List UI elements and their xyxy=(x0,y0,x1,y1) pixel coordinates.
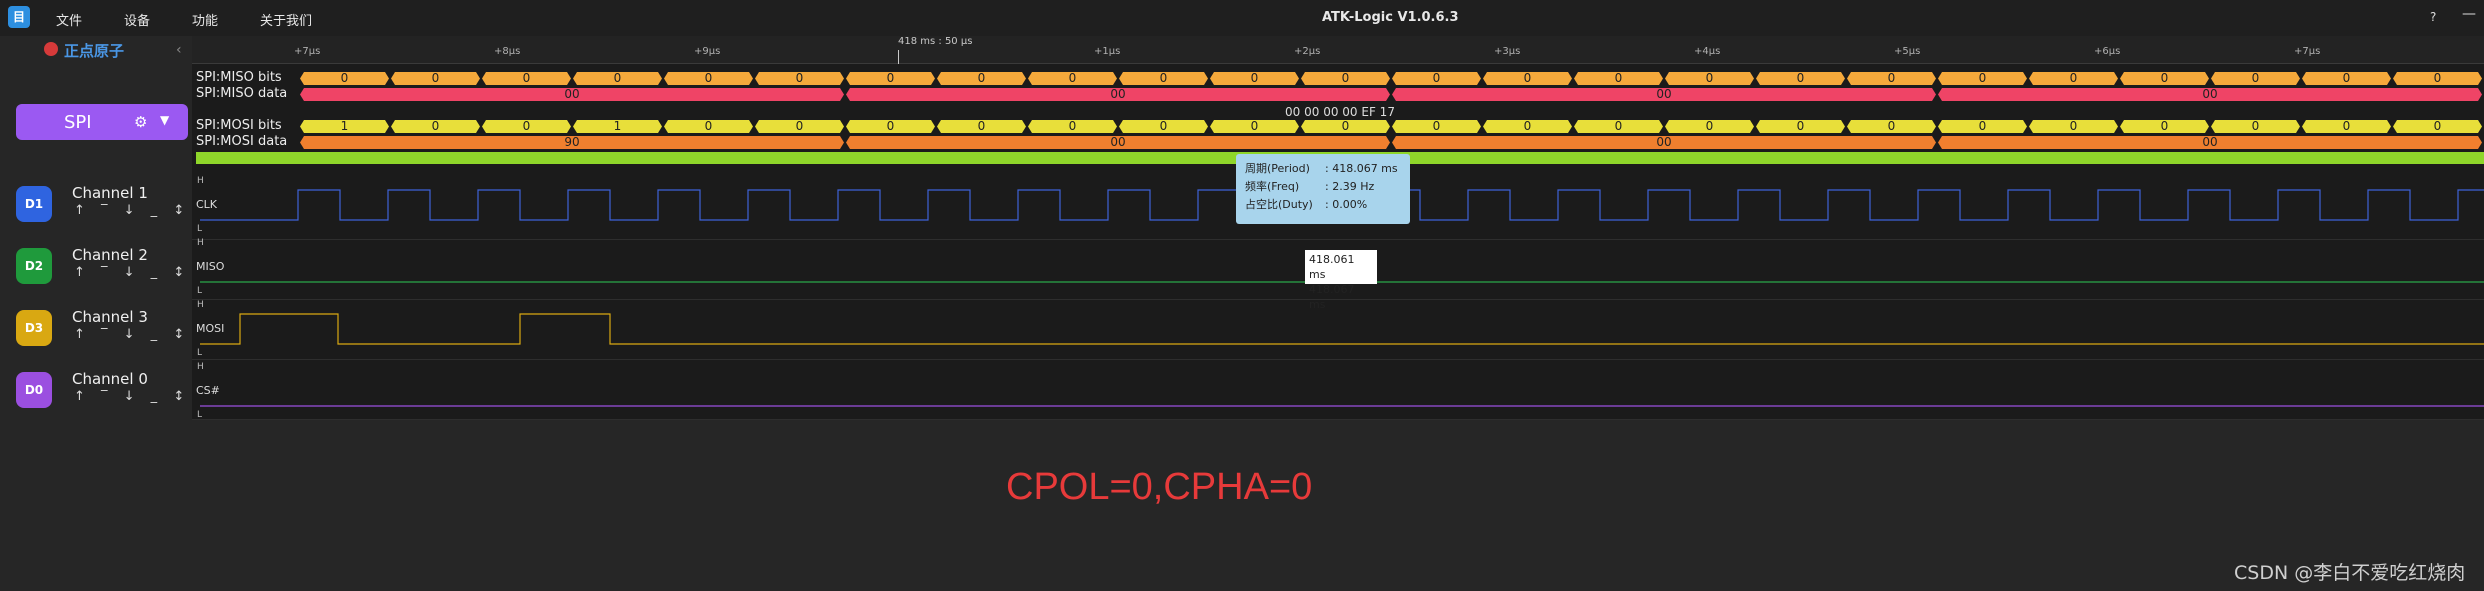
watermark-text: CSDN @李白不爱吃红烧肉 xyxy=(2234,562,2466,584)
period-value: : 418.067 ms xyxy=(1325,162,1398,175)
measure-b: 418.067 ms xyxy=(1309,283,1355,311)
duty-value: : 0.00% xyxy=(1325,198,1368,211)
duty-key: 占空比(Duty) xyxy=(1245,198,1313,211)
measurement-tooltip: 周期(Period) : 418.067 ms 频率(Freq) : 2.39 Hz… xyxy=(1236,154,1410,224)
mosi-waveform xyxy=(200,313,2484,345)
caption-text: CPOL=0,CPHA=0 xyxy=(1006,466,1313,508)
freq-key: 频率(Freq) xyxy=(1245,180,1300,193)
freq-value: : 2.39 Hz xyxy=(1325,180,1375,193)
measure-a: 418.061 ms xyxy=(1309,253,1355,281)
time-measure-box: 418.061 ms 418.067 ms xyxy=(1305,250,1377,311)
app-window: 目 文件 设备 功能 关于我们 ATK-Logic V1.0.6.3 ? — 正… xyxy=(0,0,2484,591)
period-key: 周期(Period) xyxy=(1245,162,1310,175)
